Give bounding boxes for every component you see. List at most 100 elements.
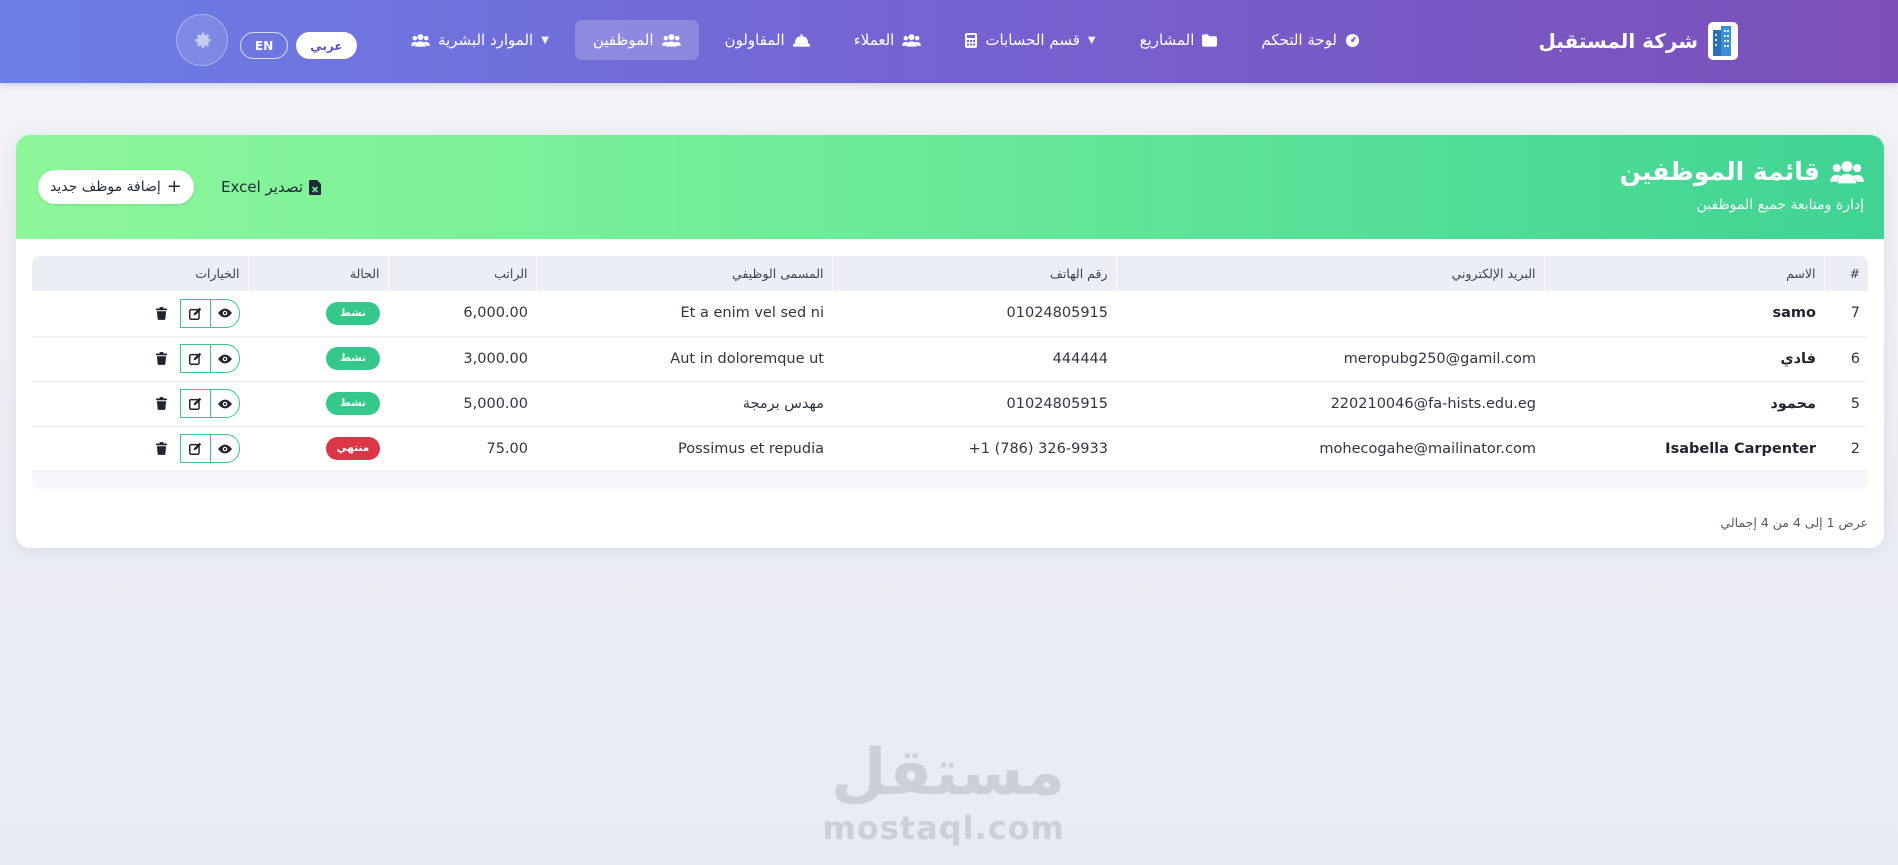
- status-badge: نشط: [326, 347, 380, 370]
- cell-salary: 3,000.00: [388, 336, 536, 382]
- cell-salary: 75.00: [388, 426, 536, 472]
- users-icon: [411, 34, 431, 47]
- nav-label: المقاولون: [724, 31, 785, 49]
- add-employee-button[interactable]: + إضافة موظف جديد: [38, 170, 194, 204]
- edit-button[interactable]: [180, 298, 210, 328]
- cell-email: meropubg250@gamil.com: [1116, 336, 1544, 382]
- column-header-id[interactable]: #: [1823, 256, 1868, 291]
- watermark-arabic: مستقل: [830, 736, 1065, 810]
- eye-icon: [218, 308, 232, 318]
- cell-status: نشط: [248, 291, 388, 337]
- cell-job-title: Aut in doloremque ut: [536, 336, 832, 382]
- row-action-group: [180, 434, 240, 463]
- watermark-latin: mostaql.com: [822, 809, 1065, 847]
- table-header-row: # الاسم البريد الإلكتروني رقم الهاتف الم…: [32, 256, 1868, 291]
- column-header-job-title[interactable]: المسمى الوظيفي: [535, 256, 832, 291]
- view-button[interactable]: [210, 434, 240, 463]
- edit-icon: [189, 442, 202, 455]
- table-row: 5 محمود 220210046@fa-hists.edu.eg 010248…: [32, 381, 1868, 427]
- export-excel-label: تصدير Excel: [221, 178, 304, 196]
- nav-label: الموارد البشرية: [438, 31, 534, 49]
- cell-id: 5: [1824, 381, 1868, 427]
- edit-icon: [189, 352, 202, 365]
- page-title-text: قائمة الموظفين: [1619, 157, 1820, 186]
- settings-button[interactable]: [176, 14, 228, 66]
- eye-icon: [218, 354, 232, 363]
- lang-english-button[interactable]: EN: [240, 32, 289, 59]
- cell-job-title: Et a enim vel sed ni: [536, 291, 832, 337]
- delete-button[interactable]: [150, 393, 172, 415]
- cell-name: فادي: [1544, 336, 1824, 382]
- row-actions: [40, 344, 240, 373]
- status-badge: منتهي: [326, 437, 380, 460]
- cell-status: نشط: [248, 336, 388, 382]
- chevron-down-icon: ▼: [541, 34, 549, 46]
- calculator-icon: [965, 32, 978, 48]
- row-actions: [40, 298, 240, 328]
- nav-label: قسم الحسابات: [985, 31, 1080, 49]
- export-excel-button[interactable]: تصدير Excel: [221, 170, 322, 204]
- cell-status: منتهي: [248, 426, 388, 472]
- users-icon: [1830, 160, 1864, 184]
- edit-button[interactable]: [180, 389, 210, 418]
- cell-name: Isabella Carpenter: [1544, 426, 1824, 472]
- cell-id: 7: [1824, 291, 1868, 337]
- brand[interactable]: شركة المستقبل: [1538, 20, 1738, 62]
- view-button[interactable]: [210, 344, 240, 373]
- edit-button[interactable]: [180, 434, 210, 463]
- folder-icon: [1202, 33, 1218, 47]
- card-header: قائمة الموظفين إدارة ومتابعة جميع الموظف…: [16, 135, 1884, 239]
- delete-button[interactable]: [150, 302, 172, 324]
- cell-status: نشط: [248, 381, 388, 427]
- column-header-phone[interactable]: رقم الهاتف: [831, 256, 1116, 291]
- edit-button[interactable]: [180, 344, 210, 373]
- cell-name: محمود: [1544, 381, 1824, 427]
- table-row: 2 Isabella Carpenter mohecogahe@mailinat…: [32, 426, 1868, 472]
- chevron-down-icon: ▼: [1087, 34, 1096, 46]
- view-button[interactable]: [210, 298, 240, 328]
- add-employee-label: إضافة موظف جديد: [50, 179, 161, 195]
- hardhat-icon: [792, 33, 810, 47]
- cell-actions: [32, 426, 248, 472]
- nav-item-projects[interactable]: المشاريع: [1122, 20, 1236, 60]
- cell-phone: +1 (786) 326-9933: [832, 426, 1116, 472]
- watermark: مستقل mostaql.com: [822, 736, 1065, 848]
- cell-email: [1116, 291, 1544, 337]
- eye-icon: [218, 399, 232, 408]
- employees-table: # الاسم البريد الإلكتروني رقم الهاتف الم…: [32, 256, 1868, 472]
- page-subtitle: إدارة ومتابعة جميع الموظفين: [1696, 197, 1864, 213]
- cell-actions: [32, 336, 248, 382]
- nav-item-contractors[interactable]: المقاولون: [707, 20, 828, 60]
- top-navbar: شركة المستقبل لوحة التحكم المشاريع ▼ قسم…: [0, 0, 1898, 83]
- nav-label: الموظفين: [592, 31, 654, 49]
- cell-email: 220210046@fa-hists.edu.eg: [1116, 381, 1544, 427]
- delete-button[interactable]: [150, 348, 172, 370]
- gear-icon: [195, 32, 211, 48]
- nav-links: لوحة التحكم المشاريع ▼ قسم الحسابات العم…: [393, 20, 1378, 60]
- column-header-name[interactable]: الاسم: [1543, 256, 1824, 291]
- trash-icon: [155, 306, 167, 320]
- pagination-info: عرض 1 إلى 4 من 4 إجمالي: [1720, 515, 1868, 530]
- cell-name: samo: [1544, 291, 1824, 337]
- cell-salary: 5,000.00: [388, 381, 536, 427]
- cell-actions: [32, 291, 248, 337]
- column-header-salary[interactable]: الراتب: [387, 256, 536, 291]
- nav-item-employees[interactable]: الموظفين: [574, 20, 699, 60]
- edit-icon: [189, 397, 202, 410]
- nav-item-dashboard[interactable]: لوحة التحكم: [1243, 20, 1378, 60]
- nav-item-hr[interactable]: ▼ الموارد البشرية: [393, 20, 567, 60]
- column-header-status[interactable]: الحالة: [247, 256, 388, 291]
- view-button[interactable]: [210, 389, 240, 418]
- nav-label: المشاريع: [1139, 31, 1195, 49]
- employees-table-wrapper: # الاسم البريد الإلكتروني رقم الهاتف الم…: [32, 256, 1868, 489]
- delete-button[interactable]: [150, 438, 172, 460]
- page-title: قائمة الموظفين: [1620, 157, 1864, 186]
- users-icon: [661, 34, 681, 47]
- trash-icon: [155, 352, 167, 365]
- nav-item-accounts[interactable]: ▼ قسم الحسابات: [947, 20, 1113, 60]
- cell-actions: [32, 381, 248, 427]
- lang-arabic-button[interactable]: عربي: [296, 32, 357, 59]
- table-row: 6 فادي meropubg250@gamil.com 444444 Aut …: [32, 336, 1868, 382]
- column-header-email[interactable]: البريد الإلكتروني: [1115, 256, 1544, 291]
- nav-item-clients[interactable]: العملاء: [836, 20, 940, 60]
